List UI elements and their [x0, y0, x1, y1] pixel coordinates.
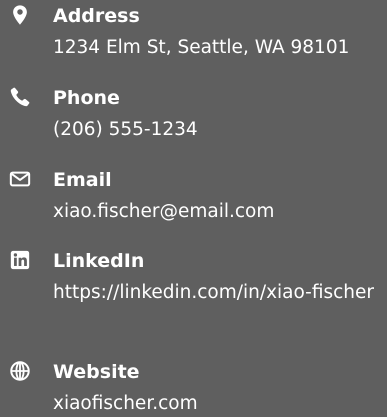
map-pin-icon — [9, 4, 31, 26]
linkedin-icon — [9, 249, 31, 271]
linkedin-link[interactable]: https://linkedin.com/in/xiao-fischer — [53, 280, 383, 306]
address-label: Address — [53, 5, 140, 27]
email-label: Email — [53, 169, 112, 191]
phone-icon — [9, 86, 31, 108]
envelope-icon — [9, 168, 31, 190]
linkedin-label: LinkedIn — [53, 250, 145, 272]
phone-label: Phone — [53, 87, 120, 109]
address-value: 1234 Elm St, Seattle, WA 98101 — [53, 37, 350, 58]
website-label: Website — [53, 361, 140, 383]
website-link[interactable]: xiaofischer.com — [53, 391, 383, 417]
phone-value: (206) 555-1234 — [53, 119, 198, 140]
globe-icon — [9, 360, 31, 382]
email-value: xiao.fischer@email.com — [53, 201, 275, 222]
